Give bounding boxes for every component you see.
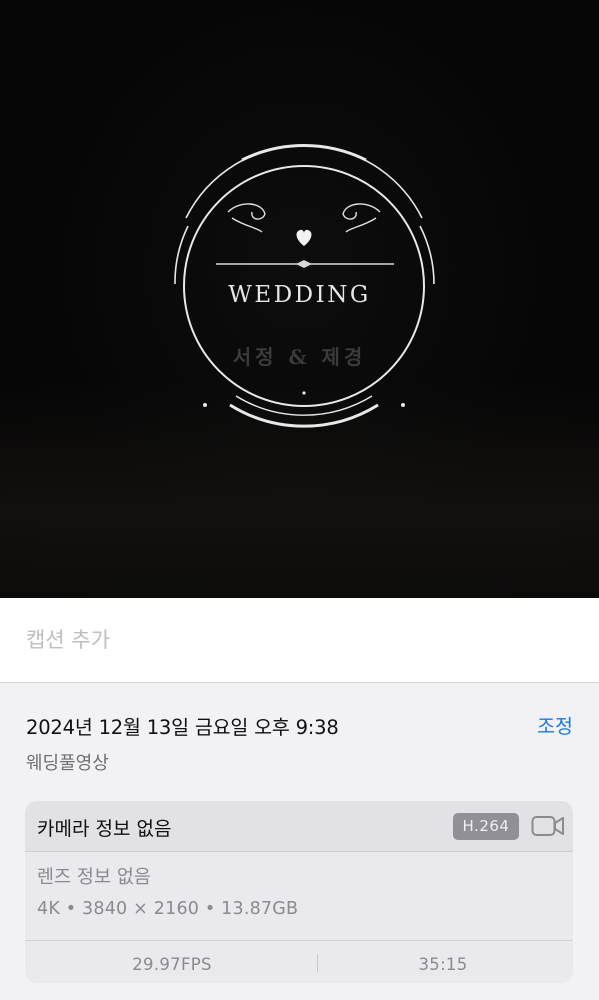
emblem-names: 서정 & 제경 bbox=[232, 345, 367, 369]
footer-divider bbox=[317, 954, 318, 972]
video-duration: 35:15 bbox=[418, 955, 468, 974]
video-preview[interactable]: WEDDING 서정 & 제경 bbox=[0, 0, 599, 598]
caption-input[interactable] bbox=[26, 620, 566, 660]
camera-info: 카메라 정보 없음 bbox=[37, 818, 172, 840]
video-specs: 4K • 3840 × 2160 • 13.87GB bbox=[37, 899, 299, 919]
video-camera-icon bbox=[531, 816, 564, 836]
file-name: 웨딩풀영상 bbox=[26, 753, 109, 774]
card-header: 카메라 정보 없음 H.264 bbox=[25, 801, 573, 852]
caption-area bbox=[0, 598, 599, 683]
emblem-title: WEDDING bbox=[228, 282, 371, 308]
media-info-card: 카메라 정보 없음 H.264 렌즈 정보 없음 4K • 3840 × 216… bbox=[25, 801, 573, 983]
adjust-button[interactable]: 조정 bbox=[537, 710, 573, 739]
capture-datetime: 2024년 12월 13일 금요일 오후 9:38 bbox=[26, 716, 339, 739]
card-footer: 29.97FPS 35:15 bbox=[25, 940, 573, 983]
lens-info: 렌즈 정보 없음 bbox=[37, 867, 151, 888]
frame-rate: 29.97FPS bbox=[132, 955, 212, 974]
codec-badge: H.264 bbox=[453, 813, 519, 840]
